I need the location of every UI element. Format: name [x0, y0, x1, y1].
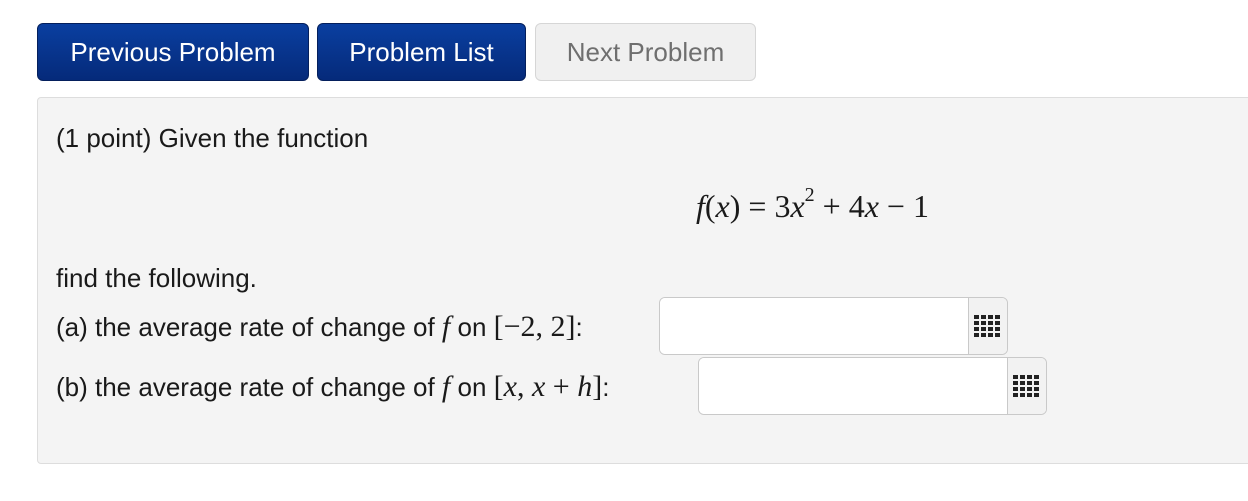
formula-equals-coef: = 3 — [740, 188, 791, 224]
function-formula: f(x) = 3x2 + 4x − 1 — [696, 184, 929, 225]
formula-close-paren: ) — [729, 188, 741, 224]
part-b-f: f — [441, 370, 451, 403]
formula-x-squared: x — [790, 188, 805, 224]
part-b-answer-input[interactable] — [699, 358, 1007, 414]
part-b-keyboard-button[interactable] — [1007, 358, 1046, 414]
part-a-f: f — [441, 310, 451, 343]
part-a-answer-group — [659, 297, 1008, 355]
part-b-on: on — [450, 372, 494, 402]
problem-intro: (1 point) Given the function — [56, 123, 369, 153]
formula-exponent: 2 — [804, 184, 815, 207]
part-b-open-bracket: [ — [493, 370, 504, 403]
keyboard-grid-icon — [974, 315, 1000, 337]
part-a-answer-input[interactable] — [660, 298, 968, 354]
part-b-label: (b) the average rate of change of f on [… — [56, 370, 609, 404]
part-a-colon: : — [575, 312, 583, 342]
formula-x-linear: x — [864, 188, 879, 224]
formula-x-arg: x — [715, 188, 730, 224]
part-b-x2: x — [531, 370, 546, 403]
part-a-prefix: (a) the average rate of change of — [56, 312, 442, 342]
part-b-close-bracket: ] — [592, 370, 603, 403]
previous-problem-button[interactable]: Previous Problem — [37, 23, 309, 81]
part-a-on: on — [450, 312, 494, 342]
next-problem-button: Next Problem — [535, 23, 756, 81]
formula-f: f — [696, 188, 705, 224]
formula-plus-coef: + 4 — [814, 188, 865, 224]
part-b-colon: : — [602, 372, 610, 402]
problem-list-button[interactable]: Problem List — [317, 23, 526, 81]
formula-open-paren: ( — [704, 188, 716, 224]
part-b-h: h — [577, 370, 593, 403]
part-a-label: (a) the average rate of change of f on [… — [56, 310, 583, 344]
part-b-comma: , — [516, 370, 532, 403]
part-b-answer-group — [698, 357, 1047, 415]
formula-constant: − 1 — [878, 188, 929, 224]
keyboard-grid-icon — [1013, 375, 1039, 397]
part-a-keyboard-button[interactable] — [968, 298, 1007, 354]
part-b-prefix: (b) the average rate of change of — [56, 372, 442, 402]
part-b-plus: + — [545, 370, 578, 403]
part-b-x: x — [503, 370, 517, 403]
find-following-text: find the following. — [56, 263, 257, 293]
part-a-interval: [−2, 2] — [493, 310, 576, 343]
